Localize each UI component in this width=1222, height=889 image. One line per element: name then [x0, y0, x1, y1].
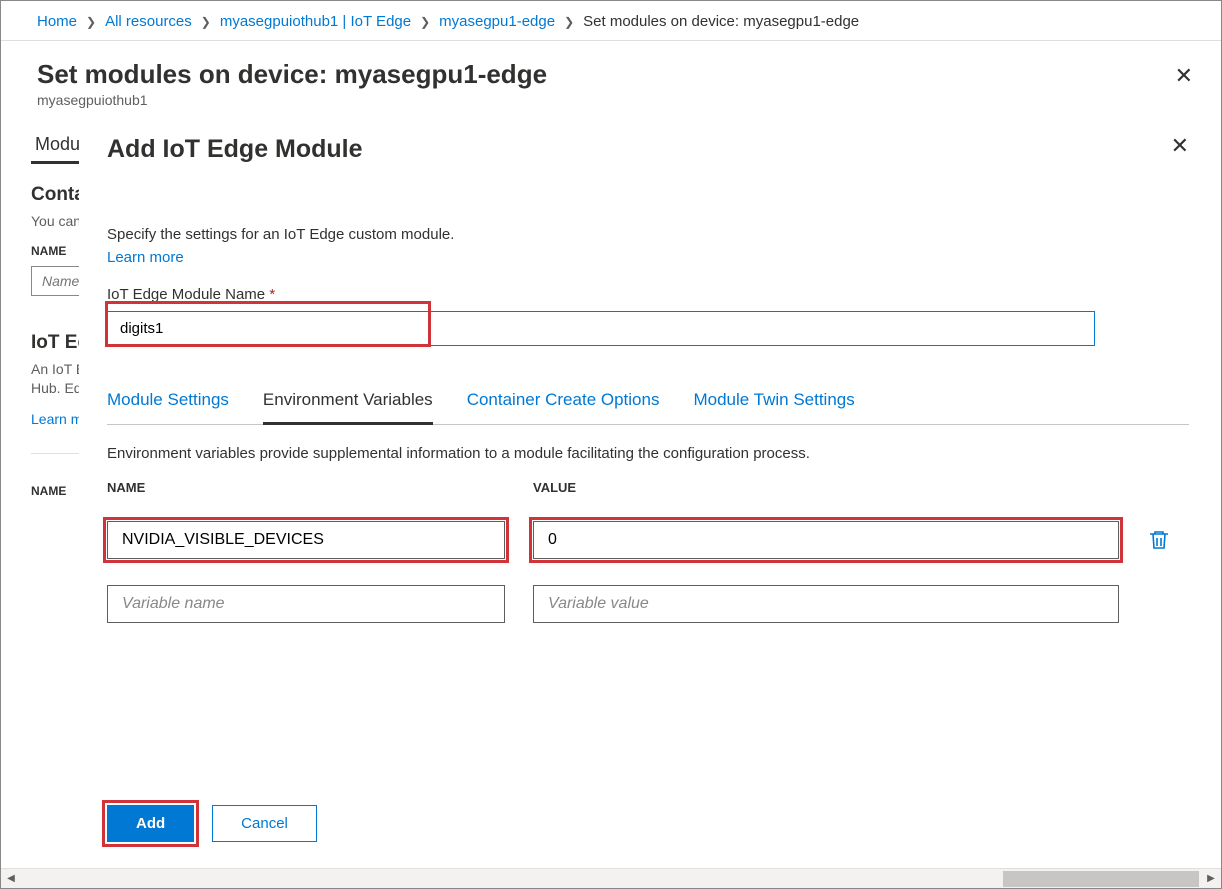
- module-name-input[interactable]: [107, 311, 1095, 346]
- close-icon[interactable]: ✕: [1175, 63, 1193, 89]
- page-title: Set modules on device: myasegpu1-edge: [37, 59, 1191, 90]
- env-name-input-new[interactable]: [107, 585, 505, 623]
- chevron-right-icon: ❯: [201, 15, 211, 29]
- env-vars-table: NAME VALUE: [107, 480, 1189, 623]
- panel-tabs: Module Settings Environment Variables Co…: [107, 380, 1189, 425]
- page-subtitle: myasegpuiothub1: [37, 92, 1191, 108]
- chevron-right-icon: ❯: [86, 15, 96, 29]
- breadcrumb-device[interactable]: myasegpu1-edge: [439, 13, 555, 30]
- tab-container-create-options[interactable]: Container Create Options: [467, 380, 660, 424]
- panel-footer: Add Cancel: [107, 805, 317, 842]
- chevron-right-icon: ❯: [420, 15, 430, 29]
- chevron-right-icon: ❯: [564, 15, 574, 29]
- add-module-panel: ✕ Add IoT Edge Module Specify the settin…: [79, 109, 1217, 866]
- env-name-header: NAME: [107, 480, 505, 495]
- required-asterisk: *: [269, 286, 275, 303]
- env-value-input[interactable]: [533, 521, 1119, 559]
- panel-title: Add IoT Edge Module: [107, 135, 1189, 164]
- breadcrumb: Home ❯ All resources ❯ myasegpuiothub1 |…: [1, 1, 1221, 41]
- close-icon[interactable]: ✕: [1171, 133, 1189, 159]
- scroll-thumb[interactable]: [1003, 871, 1199, 887]
- breadcrumb-home[interactable]: Home: [37, 13, 77, 30]
- scroll-right-icon[interactable]: ▶: [1203, 871, 1219, 887]
- tab-module-settings[interactable]: Module Settings: [107, 380, 229, 424]
- env-vars-description: Environment variables provide supplement…: [107, 445, 1189, 462]
- env-value-input-new[interactable]: [533, 585, 1119, 623]
- delete-icon[interactable]: [1147, 528, 1171, 552]
- add-button[interactable]: Add: [107, 805, 194, 842]
- scroll-left-icon[interactable]: ◀: [3, 871, 19, 887]
- breadcrumb-all-resources[interactable]: All resources: [105, 13, 192, 30]
- horizontal-scrollbar[interactable]: ◀ ▶: [1, 868, 1221, 888]
- cancel-button[interactable]: Cancel: [212, 805, 317, 842]
- learn-more-link[interactable]: Learn more: [107, 249, 184, 266]
- module-name-label: IoT Edge Module Name *: [107, 286, 1189, 303]
- env-value-header: VALUE: [533, 480, 1119, 495]
- page-header: Set modules on device: myasegpu1-edge my…: [1, 41, 1221, 118]
- env-name-input[interactable]: [107, 521, 505, 559]
- panel-description: Specify the settings for an IoT Edge cus…: [107, 226, 1189, 243]
- tab-module-twin-settings[interactable]: Module Twin Settings: [693, 380, 854, 424]
- tab-environment-variables[interactable]: Environment Variables: [263, 380, 433, 425]
- breadcrumb-current: Set modules on device: myasegpu1-edge: [583, 13, 859, 30]
- breadcrumb-iot-hub[interactable]: myasegpuiothub1 | IoT Edge: [220, 13, 411, 30]
